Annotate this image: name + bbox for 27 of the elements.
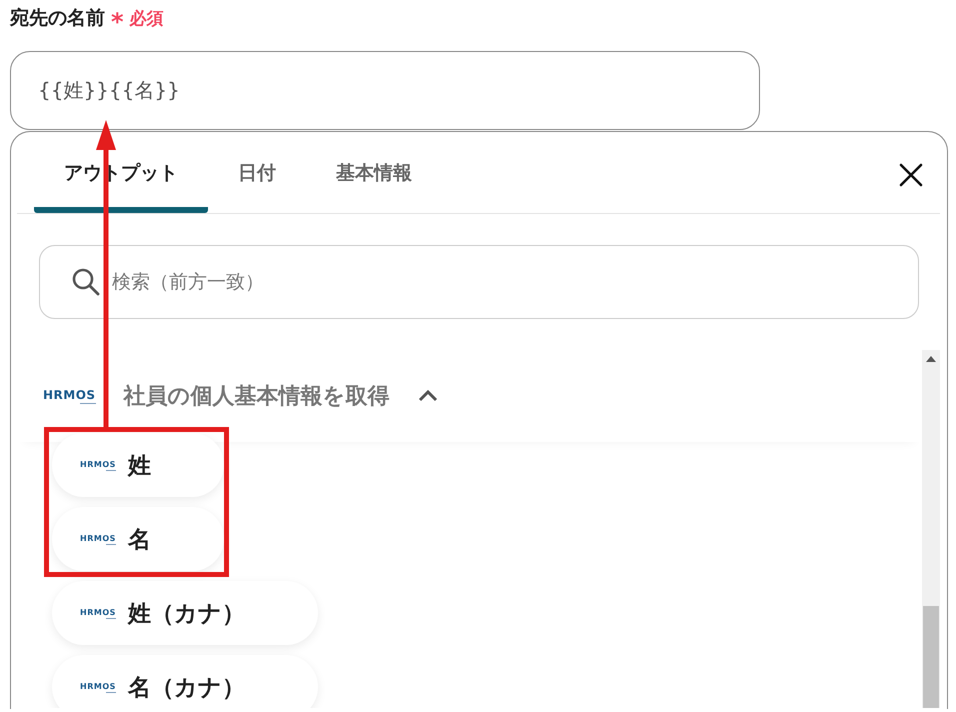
search-icon xyxy=(72,268,100,296)
output-item[interactable]: HRMOS 名（カナ） xyxy=(52,655,318,708)
scrollbar[interactable] xyxy=(922,350,940,708)
output-item[interactable]: HRMOS 名 xyxy=(52,507,224,571)
output-item[interactable]: HRMOS 姓（カナ） xyxy=(52,581,318,645)
item-label: 姓（カナ） xyxy=(128,600,245,628)
chevron-icon[interactable] xyxy=(418,388,438,404)
group-title: 社員の個人基本情報を取得 xyxy=(124,383,390,411)
hrmos-logo: HRMOS xyxy=(80,460,116,470)
tab[interactable]: 基本情報 xyxy=(306,132,442,213)
item-label: 名 xyxy=(128,526,151,554)
hrmos-logo: HRMOS xyxy=(43,388,96,404)
scrollbar-thumb[interactable] xyxy=(923,606,939,708)
field-label: 宛先の名前 xyxy=(10,6,105,31)
item-label: 名（カナ） xyxy=(128,674,245,702)
close-icon[interactable] xyxy=(898,162,924,188)
hrmos-logo: HRMOS xyxy=(80,534,116,544)
input-field[interactable]: {{姓}}{{名}} xyxy=(10,51,760,130)
search-field[interactable]: 検索（前方一致） xyxy=(39,245,919,319)
item-label: 姓 xyxy=(128,452,151,480)
tab[interactable]: 日付 xyxy=(208,132,306,213)
required-mark: * xyxy=(111,7,124,34)
scroll-up-icon[interactable] xyxy=(926,356,936,362)
output-item[interactable]: HRMOS 姓 xyxy=(52,433,224,497)
required-label: 必須 xyxy=(130,8,164,30)
hrmos-logo: HRMOS xyxy=(80,608,116,618)
hrmos-logo: HRMOS xyxy=(80,682,116,692)
